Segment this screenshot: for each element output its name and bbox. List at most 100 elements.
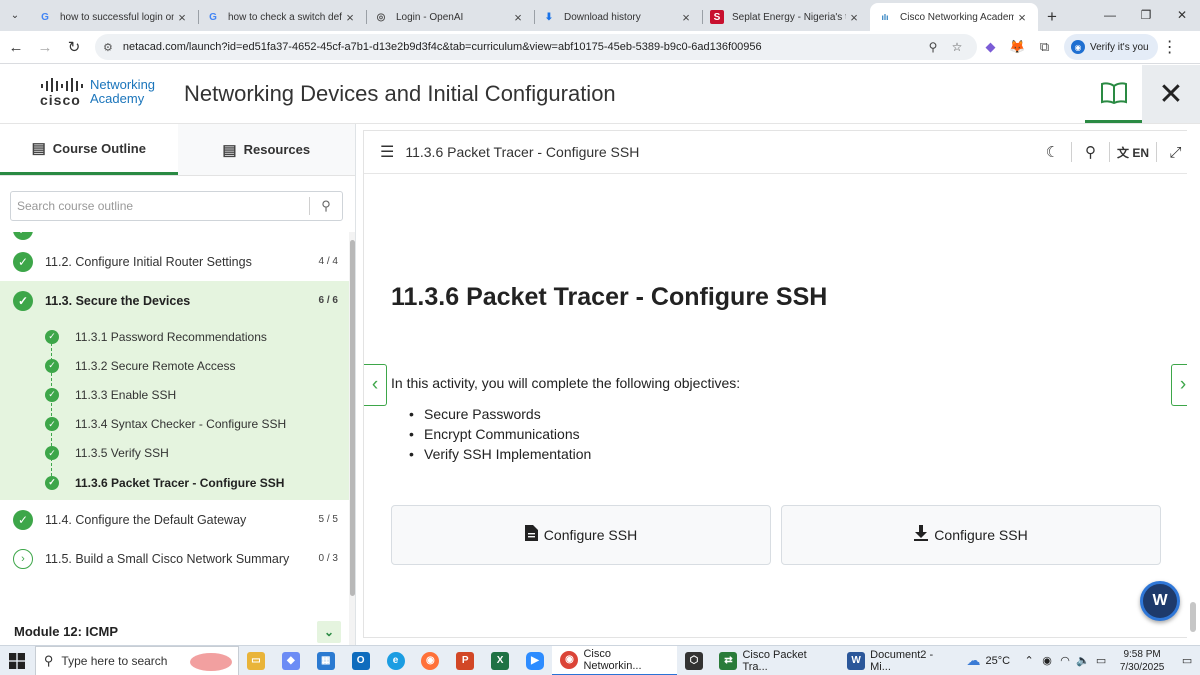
course-sidebar: ▤ Course Outline ▤ Resources ⚲ ✓ ✓ 11.2.… [0,124,356,645]
copilot-icon[interactable]: ◆ [273,646,308,675]
zoom-app-icon[interactable]: ▶ [518,646,553,675]
cisco-networking-academy-logo[interactable]: cisco Networking Academy [40,78,155,108]
subtopic-11-3-1[interactable]: ✓ 11.3.1 Password Recommendations [0,322,349,351]
close-tab-icon[interactable]: × [846,10,862,25]
zoom-icon[interactable]: ⚲ [921,40,945,54]
collapse-menu-icon[interactable]: ☰ [380,142,394,162]
logo-academy-text: Academy [90,91,145,106]
site-settings-icon[interactable]: ⚙ [103,41,113,54]
close-tab-icon[interactable]: × [342,10,358,25]
window-close-icon[interactable]: ✕ [1164,0,1200,30]
metamask-fox-icon[interactable]: 🦊 [1004,34,1031,60]
address-bar: ← → ↻ ⚙ netacad.com/launch?id=ed51fa37-4… [0,31,1200,64]
location-icon[interactable]: ◉ [1038,654,1056,667]
restore-icon[interactable]: ❐ [1128,0,1164,30]
tab-label: Resources [243,142,311,157]
subtopic-11-3-6[interactable]: ✓ 11.3.6 Packet Tracer - Configure SSH [0,468,349,497]
close-tab-icon[interactable]: × [174,10,190,25]
battery-icon[interactable]: ▭ [1092,654,1110,667]
search-icon[interactable]: ⚲ [1072,143,1109,161]
scrollbar-thumb[interactable] [350,240,355,596]
notification-icon[interactable]: ▭ [1174,654,1200,667]
microsoft-store-icon[interactable]: ▦ [308,646,343,675]
outline-search: ⚲ [10,191,343,221]
browser-menu-icon[interactable]: ⋮ [1158,37,1182,57]
taskbar-window-chrome[interactable]: ◉ Cisco Networkin... [552,645,677,675]
minimize-icon[interactable]: — [1092,0,1128,30]
topic-11-4[interactable]: ✓ 11.4. Configure the Default Gateway 5 … [0,500,349,539]
browser-tab-3[interactable]: ◎ Login - OpenAI × [366,3,534,31]
url-text[interactable]: netacad.com/launch?id=ed51fa37-4652-45cf… [123,41,921,53]
topic-label: 11.2. Configure Initial Router Settings [45,254,252,269]
browser-tab-4[interactable]: ⬇ Download history × [534,3,702,31]
language-selector[interactable]: 文 EN [1110,144,1156,161]
taskbar-clock[interactable]: 9:58 PM 7/30/2025 [1110,648,1174,674]
browser-tab-6[interactable]: ılı Cisco Networking Academy × [870,3,1038,31]
browser-tab-2[interactable]: G how to check a switch default × [198,3,366,31]
wifi-icon[interactable]: ◠ [1056,654,1074,667]
previous-page-chevron-icon[interactable]: ‹ [364,364,387,406]
subtopic-label: 11.3.4 Syntax Checker - Configure SSH [75,417,287,432]
file-explorer-icon[interactable]: ▭ [239,646,274,675]
download-icon [914,524,929,546]
windows-start-icon[interactable] [0,646,35,675]
url-field[interactable]: ⚙ netacad.com/launch?id=ed51fa37-4652-45… [95,34,977,60]
topic-11-2[interactable]: ✓ 11.2. Configure Initial Router Setting… [0,242,349,281]
weather-temperature[interactable]: 25°C [986,655,1011,667]
back-arrow-icon[interactable]: ← [3,34,29,60]
virtual-box-icon[interactable]: ⬡ [677,646,712,675]
taskbar-search-box[interactable]: ⚲ Type here to search [34,645,239,675]
search-icon[interactable]: ⚲ [310,198,342,214]
subtopic-11-3-4[interactable]: ✓ 11.3.4 Syntax Checker - Configure SSH [0,410,349,439]
reload-icon[interactable]: ↻ [61,34,87,60]
chevron-down-icon[interactable]: ⌄ [317,620,341,643]
content-scrollbar[interactable] [1187,130,1200,638]
module-label: Module 12: ICMP [14,624,119,639]
outlook-icon[interactable]: O [343,646,378,675]
speaker-icon[interactable]: 🔈 [1074,654,1092,667]
powerpoint-icon[interactable]: P [448,646,483,675]
tab-title: Login - OpenAI [396,11,464,23]
verify-profile-button[interactable]: ◉ Verify it's you [1064,34,1158,60]
weather-cloud-icon[interactable]: ☁ [962,652,986,669]
chevron-up-icon[interactable]: ⌃ [1020,654,1038,667]
browser-tab-5[interactable]: S Seplat Energy - Nigeria's tru × [702,3,870,31]
assistant-chat-icon[interactable]: W [1140,581,1180,621]
clock-date: 7/30/2025 [1119,661,1165,673]
open-activity-instructions-button[interactable]: Configure SSH [391,505,771,565]
subtopic-11-3-3[interactable]: ✓ 11.3.3 Enable SSH [0,380,349,409]
tab-search-chevron-icon[interactable]: ⌄ [0,0,30,31]
edge-icon[interactable]: e [378,646,413,675]
copilot-extension-icon[interactable]: ◆ [977,34,1004,60]
topic-11-3[interactable]: ✓ 11.3. Secure the Devices 6 / 6 [0,281,349,320]
tab-resources[interactable]: ▤ Resources [177,124,355,175]
search-highlight-image [189,652,232,671]
forward-arrow-icon[interactable]: → [32,34,58,60]
open-book-icon[interactable] [1085,65,1142,123]
dark-mode-moon-icon[interactable]: ☾ [1034,143,1071,161]
sidebar-scrollbar[interactable] [349,232,355,645]
taskbar-window-packet-tracer[interactable]: ⇄ Cisco Packet Tra... [711,646,839,675]
firefox-icon[interactable]: ◉ [413,646,448,675]
browser-tab-1[interactable]: G how to successful login on c × [30,3,198,31]
resources-document-icon: ▤ [222,141,237,159]
browser-tab-bar: ⌄ G how to successful login on c × G how… [0,0,1200,31]
extensions-puzzle-icon[interactable]: ⧉ [1031,34,1058,60]
subtopic-11-3-2[interactable]: ✓ 11.3.2 Secure Remote Access [0,351,349,380]
excel-icon[interactable]: X [483,646,518,675]
download-activity-file-button[interactable]: Configure SSH [781,505,1161,565]
new-tab-icon[interactable]: + [1038,3,1066,31]
module-12-header[interactable]: Module 12: ICMP ⌄ [0,618,349,645]
tab-course-outline[interactable]: ▤ Course Outline [0,124,178,175]
bookmark-star-icon[interactable]: ☆ [945,40,969,54]
topic-progress-count: 5 / 5 [318,514,338,526]
close-course-icon[interactable]: ✕ [1142,65,1200,123]
close-tab-icon[interactable]: × [510,10,526,25]
scrollbar-thumb[interactable] [1190,602,1196,632]
close-tab-icon[interactable]: × [678,10,694,25]
subtopic-11-3-5[interactable]: ✓ 11.3.5 Verify SSH [0,439,349,468]
close-tab-icon[interactable]: × [1014,10,1030,25]
outline-search-input[interactable] [11,192,309,220]
topic-11-5[interactable]: › 11.5. Build a Small Cisco Network Summ… [0,539,349,578]
taskbar-window-word[interactable]: W Document2 - Mi... [839,646,961,675]
